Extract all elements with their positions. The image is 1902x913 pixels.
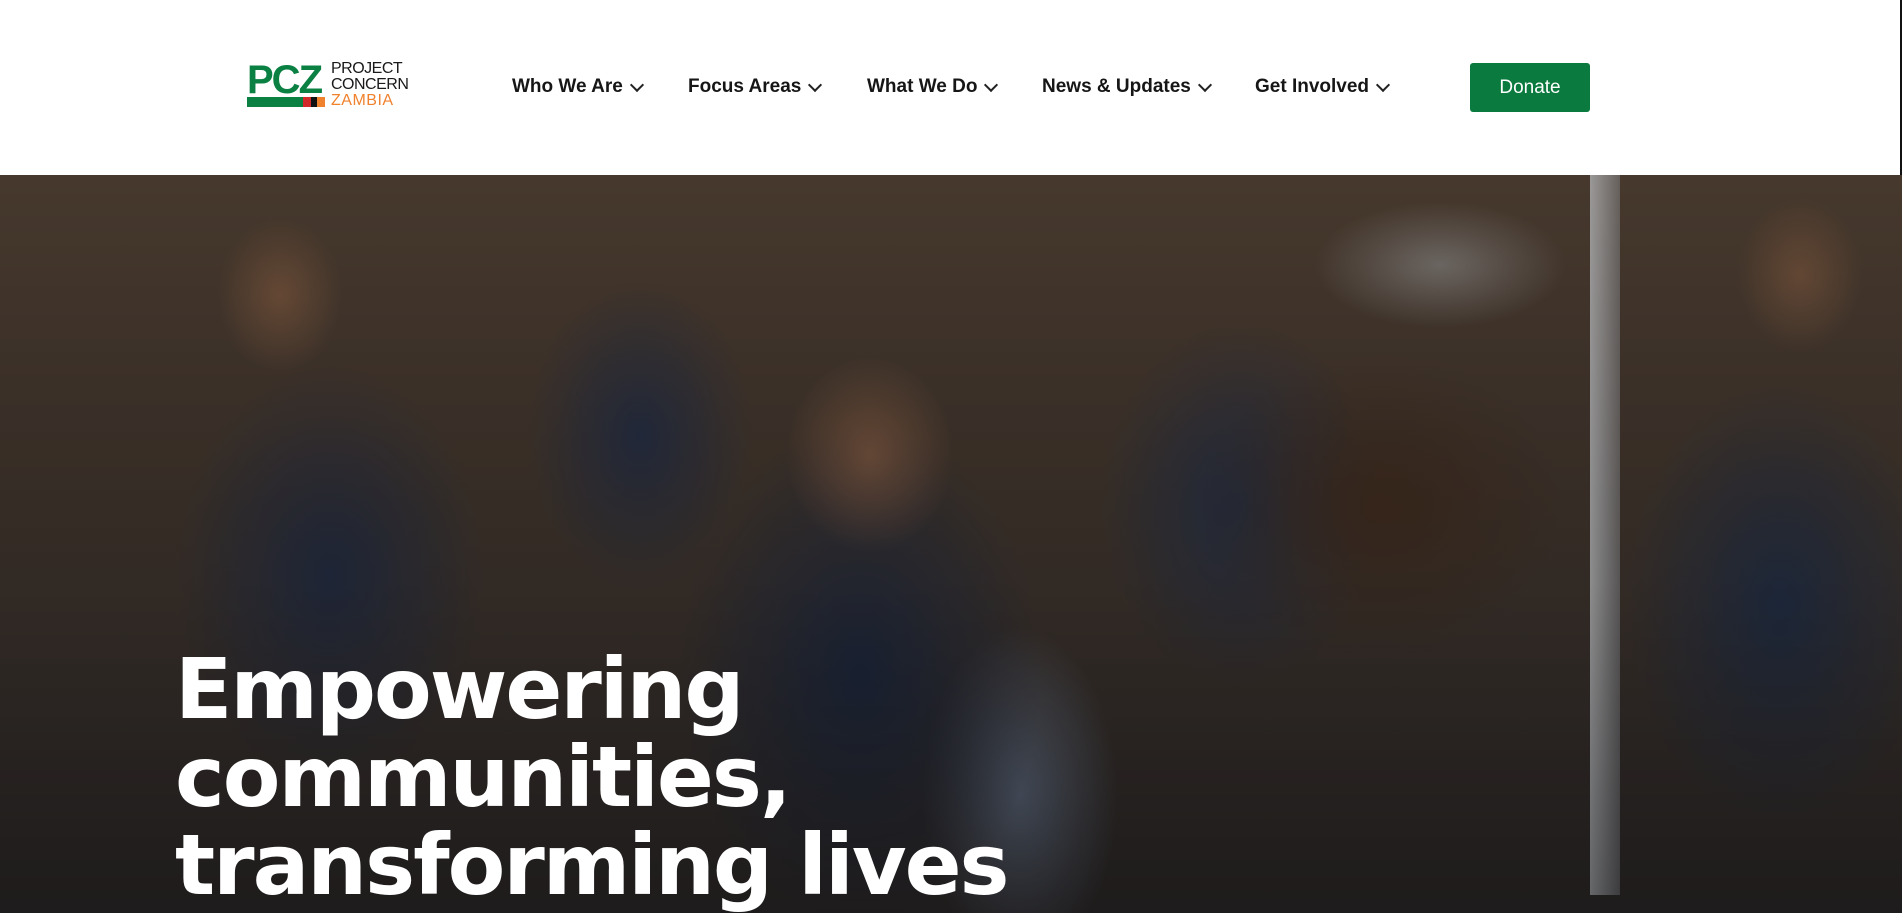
chevron-down-icon [984, 77, 999, 92]
chevron-down-icon [1197, 77, 1212, 92]
logo-mark: PCZ [247, 58, 323, 102]
logo-flag-stripe [247, 97, 325, 107]
hero-heading: Empowering communities, transforming liv… [175, 645, 1275, 909]
logo-line-project: PROJECT [331, 60, 403, 77]
nav-what-we-do[interactable]: What We Do [867, 76, 999, 98]
logo-line-concern: CONCERN [331, 76, 409, 93]
logo-line-zambia: ZAMBIA [331, 92, 394, 109]
logo-wordmark: PROJECT CONCERN ZAMBIA [331, 60, 409, 109]
pcz-logo[interactable]: PCZ PROJECT CONCERN ZAMBIA [247, 60, 417, 112]
donate-button[interactable]: Donate [1470, 63, 1590, 112]
chevron-down-icon [1375, 77, 1391, 92]
nav-label: Who We Are [512, 76, 623, 97]
nav-label: Focus Areas [688, 76, 802, 97]
nav-label: Get Involved [1255, 76, 1370, 97]
site-header: PCZ PROJECT CONCERN ZAMBIA Who We Are Fo… [0, 0, 1902, 175]
chevron-down-icon [808, 77, 823, 92]
nav-label: What We Do [867, 76, 978, 97]
hero-banner: Empowering communities, transforming liv… [0, 175, 1902, 913]
hero-heading-line: transforming lives [175, 816, 1010, 913]
chevron-down-icon [629, 77, 644, 92]
hero-heading-line: Empowering [175, 640, 744, 738]
nav-get-involved[interactable]: Get Involved [1255, 76, 1391, 98]
nav-who-we-are[interactable]: Who We Are [512, 76, 644, 98]
nav-news-updates[interactable]: News & Updates [1042, 76, 1212, 98]
hero-heading-line: communities, [175, 728, 792, 826]
nav-focus-areas[interactable]: Focus Areas [688, 76, 823, 98]
nav-label: News & Updates [1042, 76, 1191, 97]
